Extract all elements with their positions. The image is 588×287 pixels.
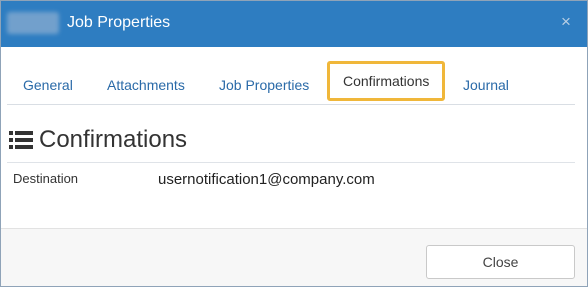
app-logo [7, 12, 59, 34]
destination-label: Destination [13, 171, 79, 186]
section-title: Confirmations [39, 126, 188, 153]
tab-job-properties[interactable]: Job Properties [219, 59, 309, 105]
tab-journal[interactable]: Journal [463, 59, 509, 105]
tab-attachments[interactable]: Attachments [107, 59, 185, 105]
job-properties-dialog: Job Properties × General Attachments Job… [0, 0, 588, 287]
list-icon [9, 131, 33, 149]
dialog-titlebar: Job Properties × [1, 1, 587, 47]
destination-value: usernotification1@company.com [158, 171, 375, 188]
dialog-title: Job Properties [67, 14, 171, 31]
close-icon[interactable]: × [557, 13, 575, 31]
close-button[interactable]: Close [426, 245, 575, 279]
dialog-footer: Close [1, 228, 587, 286]
section-divider [7, 162, 575, 163]
tab-confirmations[interactable]: Confirmations [327, 61, 446, 101]
tab-general[interactable]: General [23, 59, 73, 105]
tab-bar: General Attachments Job Properties Confi… [7, 59, 575, 105]
